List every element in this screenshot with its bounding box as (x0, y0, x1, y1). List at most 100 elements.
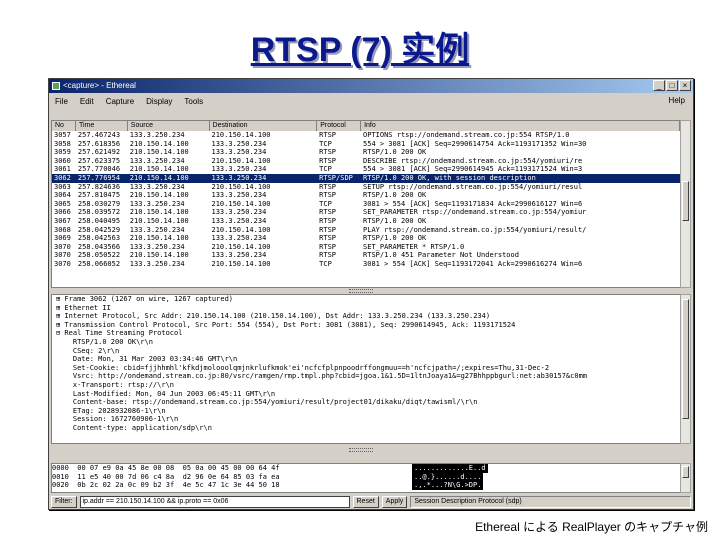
packet-row[interactable]: 3063 257.824636 133.3.250.234 210.150.14.10… (52, 183, 680, 192)
detail-line[interactable]: ⊞ Ethernet II (52, 304, 680, 313)
packet-list-scrollbar[interactable] (680, 120, 691, 288)
packet-cell-proto: TCP (319, 165, 332, 174)
maximize-icon[interactable]: □ (666, 80, 678, 91)
packet-cell-dst: 133.3.250.234 (211, 139, 267, 148)
detail-line[interactable]: Content-base: rtsp://ondemand.stream.co.… (52, 398, 680, 407)
packet-row[interactable]: 3058 257.618356 210.150.14.100 133.3.250.23… (52, 140, 680, 149)
packet-cell-src: 133.3.250.234 (129, 225, 185, 234)
detail-line[interactable]: RTSP/1.0 200 OK\r\n (52, 338, 680, 347)
packet-row[interactable]: 3065 258.030279 133.3.250.234 210.150.14.10… (52, 200, 680, 209)
packet-cell-info: RTSP/1.0 200 OK (363, 234, 427, 243)
packet-cell-info: SETUP rtsp://ondemand.stream.co.jp:554/y… (363, 182, 583, 191)
packet-row[interactable]: 3070 258.043566 133.3.250.234 210.150.14.10… (52, 243, 680, 252)
detail-line[interactable]: ⊞ Frame 3062 (1267 on wire, 1267 capture… (52, 295, 680, 304)
menu-tools[interactable]: Tools (184, 97, 203, 106)
packet-cell-dst: 133.3.250.234 (211, 208, 267, 217)
filter-button[interactable]: Filter: (51, 496, 77, 508)
slide-title: RTSP (7) 实例 (250, 31, 470, 69)
packet-row[interactable]: 3068 258.042529 133.3.250.234 210.150.14.10… (52, 226, 680, 235)
header-info[interactable]: Info (361, 121, 680, 131)
packet-row[interactable]: 3066 258.039572 210.150.14.100 133.3.250.23… (52, 208, 680, 217)
packet-cell-src: 133.3.250.234 (129, 199, 185, 208)
packet-cell-time: 257.824636 (77, 182, 121, 191)
packet-cell-proto: RTSP (319, 148, 337, 157)
packet-row[interactable]: 3064 257.810475 210.150.14.100 133.3.250.23… (52, 191, 680, 200)
packet-cell-info: RTSP/1.0 200 OK (363, 191, 427, 200)
packet-cell-info: 554 > 3081 [ACK] Seq=2990614945 Ack=1193… (363, 165, 583, 174)
packet-detail-pane[interactable]: ⊞ Frame 3062 (1267 on wire, 1267 capture… (51, 294, 681, 444)
detail-line[interactable]: ⊞ Transmission Control Protocol, Src Por… (52, 321, 680, 330)
detail-line[interactable]: Set-Cookie: cbid=fjjhhmhl'kfkdjmolooolqm… (52, 364, 680, 373)
packet-cell-time: 258.043566 (77, 242, 121, 251)
detail-line[interactable]: ETag: 2028932086-1\r\n (52, 407, 680, 416)
pane-splitter[interactable] (349, 289, 373, 293)
packet-cell-src: 133.3.250.234 (129, 131, 185, 139)
hex-ascii: ..@.}......d.... (412, 472, 484, 482)
pane-splitter[interactable] (349, 448, 373, 452)
packet-cell-info: RTSP/1.0 200 OK (363, 216, 427, 225)
detail-line[interactable]: Last-Modified: Mon, 04 Jun 2003 06:45:11… (52, 390, 680, 399)
menu-file[interactable]: File (55, 97, 68, 106)
packet-cell-dst: 133.3.250.234 (211, 234, 267, 243)
packet-cell-time: 258.030279 (77, 199, 121, 208)
scroll-thumb[interactable] (682, 466, 689, 478)
packet-list-pane[interactable]: No Time Source Destination Protocol Info… (51, 120, 681, 288)
packet-detail-scrollbar[interactable] (680, 294, 691, 444)
packet-cell-info: OPTIONS rtsp://ondemand.stream.co.jp:554… (363, 131, 570, 139)
packet-row[interactable]: 3061 257.770046 210.150.14.100 133.3.250.23… (52, 165, 680, 174)
packet-row[interactable]: 3062 257.776954 210.150.14.100 133.3.250.23… (52, 173, 680, 183)
packet-row[interactable]: 3059 257.621492 210.150.14.100 133.3.250.23… (52, 148, 680, 157)
filter-input[interactable]: ip.addr == 210.150.14.100 && ip.proto ==… (79, 496, 350, 508)
packet-cell-time: 258.050522 (77, 251, 121, 260)
packet-cell-proto: RTSP (319, 242, 337, 251)
packet-cell-proto: RTSP (319, 182, 337, 191)
packet-cell-dst: 210.150.14.100 (211, 156, 271, 165)
detail-line[interactable]: CSeq: 2\r\n (52, 347, 680, 356)
packet-cell-dst: 133.3.250.234 (211, 251, 267, 260)
packet-cell-src: 210.150.14.100 (129, 208, 189, 217)
detail-line[interactable]: x-Transport: rtsp://\r\n (52, 381, 680, 390)
header-time[interactable]: Time (76, 121, 128, 131)
packet-cell-no: 3065 (54, 199, 71, 208)
detail-line[interactable]: Date: Mon, 31 Mar 2003 03:34:46 GMT\r\n (52, 355, 680, 364)
hex-bytes: 0020 0b 2c 02 2a 0c 09 b2 3f 4e 5c 47 1c… (52, 481, 280, 490)
window-titlebar[interactable]: <capture> - Ethereal _ □ × (49, 79, 693, 93)
apply-button[interactable]: Apply (381, 496, 408, 508)
packet-row[interactable]: 3070 258.050522 210.150.14.100 133.3.250.23… (52, 251, 680, 260)
detail-line[interactable]: Session: 1672760906-1\r\n (52, 415, 680, 424)
slide-caption: Ethereal による RealPlayer のキャプチャ例 (475, 520, 708, 534)
minimize-icon[interactable]: _ (653, 80, 665, 91)
packet-row[interactable]: 3069 258.042563 210.150.14.100 133.3.250.23… (52, 234, 680, 243)
packet-cell-dst: 210.150.14.100 (211, 242, 271, 251)
window-title: <capture> - Ethereal (63, 81, 136, 90)
packet-row[interactable]: 3057 257.467243 133.3.250.234 210.150.14.10… (52, 131, 680, 140)
header-destination[interactable]: Destination (210, 121, 318, 131)
detail-line[interactable]: ⊞ Internet Protocol, Src Addr: 210.150.1… (52, 312, 680, 321)
menu-edit[interactable]: Edit (80, 97, 94, 106)
header-no[interactable]: No (52, 121, 76, 131)
detail-line[interactable]: Vsrc: http://ondemand.stream.co.jp:80/vs… (52, 372, 680, 381)
close-icon[interactable]: × (679, 80, 691, 91)
hex-dump-pane[interactable]: 0000 00 07 e9 0a 45 8e 00 08 05 0a 00 45… (51, 463, 681, 493)
detail-line[interactable]: Content-type: application/sdp\r\n (52, 424, 680, 433)
header-source[interactable]: Source (128, 121, 210, 131)
packet-cell-proto: RTSP (319, 225, 337, 234)
reset-button[interactable]: Reset (352, 496, 379, 508)
menu-help[interactable]: Help (669, 96, 685, 105)
packet-row[interactable]: 3070 258.066052 133.3.250.234 210.150.14.10… (52, 260, 680, 269)
packet-cell-dst: 133.3.250.234 (211, 148, 267, 157)
packet-row[interactable]: 3060 257.623375 133.3.250.234 210.150.14.10… (52, 157, 680, 166)
menu-display[interactable]: Display (146, 97, 172, 106)
packet-cell-no: 3062 (54, 173, 71, 182)
hex-dump-scrollbar[interactable] (680, 463, 691, 493)
packet-cell-src: 210.150.14.100 (129, 216, 189, 225)
detail-line[interactable]: ⊟ Real Time Streaming Protocol (52, 329, 680, 338)
packet-row[interactable]: 3067 258.040495 210.150.14.100 133.3.250.23… (52, 217, 680, 226)
packet-cell-time: 258.039572 (77, 208, 121, 217)
packet-cell-proto: TCP (319, 199, 332, 208)
scroll-thumb[interactable] (682, 181, 689, 221)
header-protocol[interactable]: Protocol (317, 121, 362, 131)
scroll-thumb[interactable] (682, 299, 689, 419)
menu-capture[interactable]: Capture (106, 97, 134, 106)
packet-cell-src: 133.3.250.234 (129, 242, 185, 251)
